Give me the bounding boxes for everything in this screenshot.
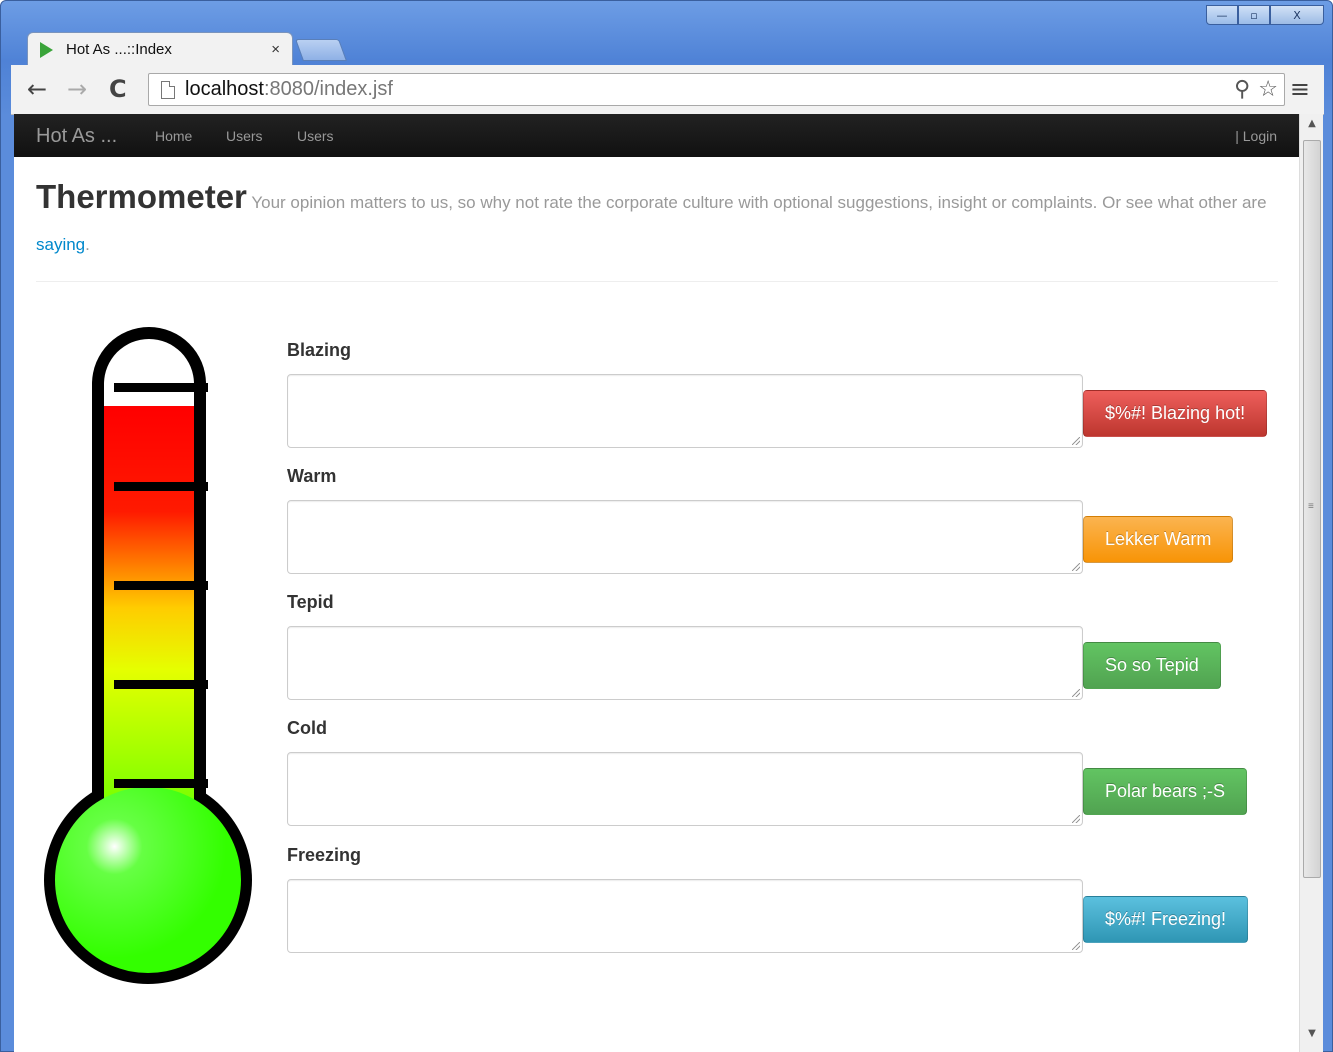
address-bar[interactable]: localhost:8080/index.jsf ⚲ ☆ — [148, 73, 1285, 106]
resize-grip-icon[interactable] — [1072, 563, 1080, 571]
header-divider — [36, 281, 1278, 282]
resize-grip-icon[interactable] — [1072, 437, 1080, 445]
url-host: localhost — [185, 78, 264, 100]
freezing-textarea[interactable] — [287, 879, 1083, 953]
freezing-button[interactable]: $%#! Freezing! — [1083, 896, 1249, 943]
nav-link-users-2[interactable]: Users — [297, 128, 334, 144]
nav-link-login[interactable]: | Login — [1235, 128, 1277, 144]
blazing-hot-button[interactable]: $%#! Blazing hot! — [1083, 390, 1268, 437]
page-icon — [161, 80, 175, 99]
resize-grip-icon[interactable] — [1072, 689, 1080, 697]
label-cold: Cold — [287, 718, 327, 738]
new-tab-button[interactable] — [294, 39, 348, 61]
so-so-tepid-button[interactable]: So so Tepid — [1083, 642, 1221, 689]
saying-link[interactable]: saying — [36, 235, 85, 254]
blazing-textarea[interactable] — [287, 374, 1083, 448]
thermometer-illustration — [44, 327, 252, 984]
scroll-grip-icon: ≡ — [1308, 501, 1314, 512]
url-path: :8080/index.jsf — [263, 78, 393, 100]
top-navbar: Hot As ... Home Users Users | Login — [14, 114, 1299, 157]
play-favicon-icon — [40, 41, 53, 58]
browser-tab[interactable]: Hot As ...::Index × — [27, 32, 293, 66]
browser-menu-icon[interactable]: ≡ — [1290, 75, 1310, 103]
forward-arrow-icon[interactable]: → — [67, 75, 87, 103]
minimize-button[interactable]: — — [1206, 5, 1238, 25]
label-blazing: Blazing — [287, 340, 352, 360]
reload-icon[interactable]: C — [109, 75, 127, 103]
tab-close-icon[interactable]: × — [271, 41, 280, 58]
nav-link-users[interactable]: Users — [226, 128, 263, 144]
zoom-search-icon[interactable]: ⚲ — [1234, 77, 1250, 102]
tepid-textarea[interactable] — [287, 626, 1083, 700]
page-title: Thermometer — [36, 178, 247, 215]
label-warm: Warm — [287, 466, 337, 486]
resize-grip-icon[interactable] — [1072, 942, 1080, 950]
subtitle-text: Your opinion matters to us, so why not r… — [251, 193, 1267, 212]
brand-link[interactable]: Hot As ... — [36, 125, 117, 148]
browser-toolbar: ← → C localhost:8080/index.jsf ⚲ ☆ ≡ — [11, 65, 1324, 115]
maximize-button[interactable]: ▫ — [1238, 5, 1270, 25]
scroll-up-arrow-icon[interactable]: ▲ — [1300, 118, 1324, 138]
tab-title: Hot As ...::Index — [66, 41, 172, 58]
page-viewport: Hot As ... Home Users Users | Login Ther… — [14, 114, 1299, 1052]
warm-textarea[interactable] — [287, 500, 1083, 574]
scrollbar-thumb[interactable]: ≡ — [1303, 140, 1321, 878]
back-arrow-icon[interactable]: ← — [27, 75, 47, 103]
bookmark-star-icon[interactable]: ☆ — [1258, 77, 1278, 102]
vertical-scrollbar[interactable]: ▲ ≡ ▼ — [1299, 114, 1323, 1052]
nav-link-home[interactable]: Home — [155, 128, 192, 144]
label-freezing: Freezing — [287, 845, 362, 865]
close-window-button[interactable]: X — [1270, 5, 1324, 25]
resize-grip-icon[interactable] — [1072, 815, 1080, 823]
window-controls: — ▫ X — [1206, 5, 1324, 25]
scroll-down-arrow-icon[interactable]: ▼ — [1300, 1028, 1324, 1048]
cold-textarea[interactable] — [287, 752, 1083, 826]
polar-bears-button[interactable]: Polar bears ;-S — [1083, 768, 1248, 815]
page-header: Thermometer Your opinion matters to us, … — [36, 178, 1278, 266]
label-tepid: Tepid — [287, 592, 334, 612]
lekker-warm-button[interactable]: Lekker Warm — [1083, 516, 1234, 563]
subtitle-end: . — [85, 235, 90, 254]
